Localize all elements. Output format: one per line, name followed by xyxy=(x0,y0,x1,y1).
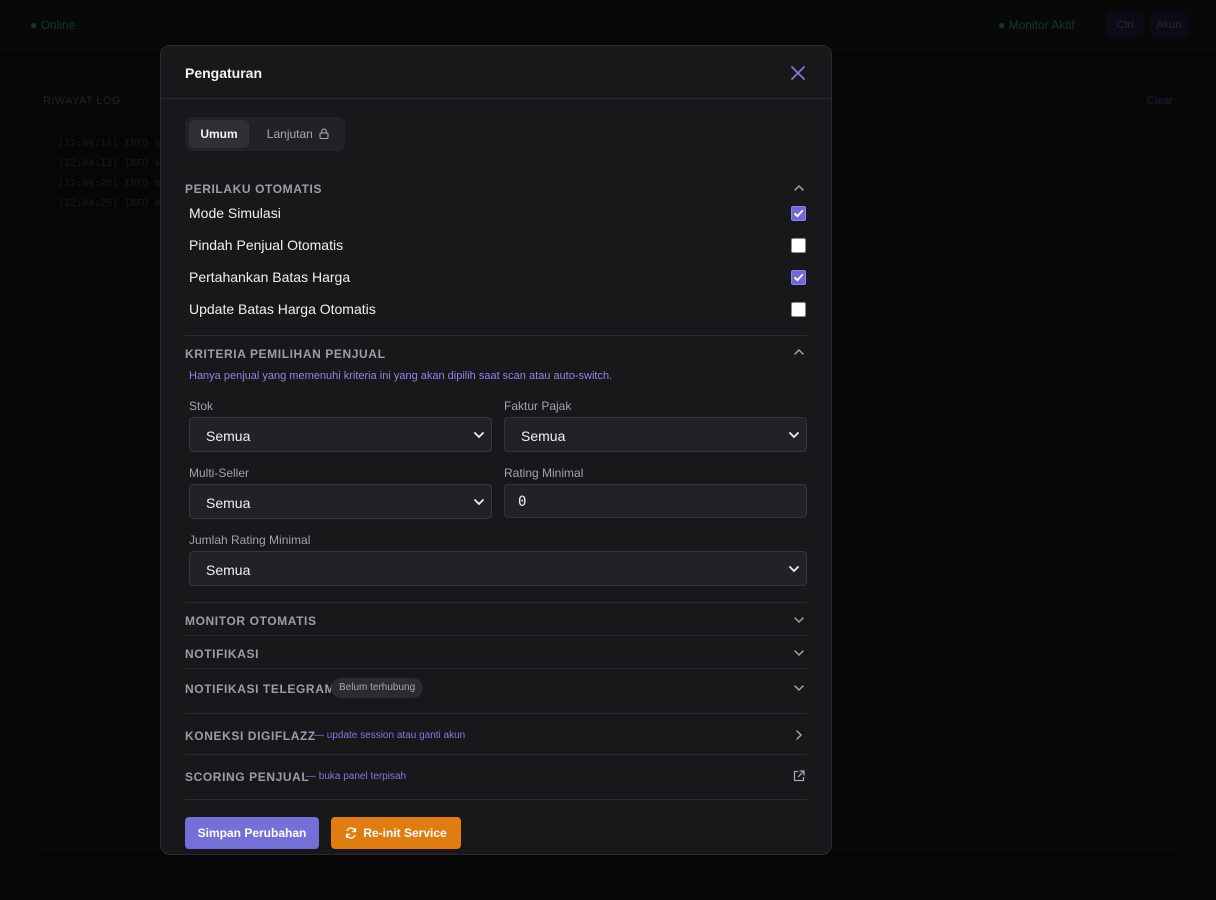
save-button-label: Simpan Perubahan xyxy=(197,826,307,840)
mode-simulasi-checkbox[interactable] xyxy=(791,206,806,221)
scoring-subtitle: — buka panel terpisah xyxy=(306,771,407,782)
section-title: SCORING PENJUAL xyxy=(185,770,310,784)
select-value: Semua xyxy=(206,495,251,511)
chevron-down-icon xyxy=(789,566,799,573)
check-icon xyxy=(794,209,804,218)
divider xyxy=(185,335,807,336)
chevron-down-icon[interactable] xyxy=(792,646,806,660)
input-value: 0 xyxy=(518,494,527,510)
toggle-label: Update Batas Harga Otomatis xyxy=(189,301,376,317)
toggle-label: Pindah Penjual Otomatis xyxy=(189,237,344,253)
section-title: PERILAKU OTOMATIS xyxy=(185,182,323,196)
toggle-pindah-penjual[interactable]: Pindah Penjual Otomatis xyxy=(189,234,807,258)
lock-icon xyxy=(319,128,329,140)
log-panel-title: RIWAYAT LOG xyxy=(43,95,121,107)
divider xyxy=(185,713,807,714)
section-title: KRITERIA PEMILIHAN PENJUAL xyxy=(185,347,386,361)
pindah-penjual-checkbox[interactable] xyxy=(791,238,806,253)
multi-seller-select[interactable]: Semua xyxy=(189,484,492,519)
connection-status: ● Online xyxy=(30,18,76,32)
toggle-mode-simulasi[interactable]: Mode Simulasi xyxy=(189,202,807,226)
chevron-down-icon xyxy=(474,499,484,506)
tab-lanjutan[interactable]: Lanjutan xyxy=(255,120,341,148)
select-value: Semua xyxy=(521,428,566,444)
tab-label: Umum xyxy=(200,127,238,141)
divider xyxy=(185,602,807,603)
digiflazz-subtitle: — update session atau ganti akun xyxy=(314,730,466,741)
settings-tabs: Umum Lanjutan xyxy=(185,117,345,151)
select-value: Semua xyxy=(206,428,251,444)
chevron-up-icon[interactable] xyxy=(792,181,806,195)
close-icon xyxy=(791,66,805,80)
rating-minimal-input[interactable]: 0 xyxy=(504,484,807,518)
pertahankan-batas-checkbox[interactable] xyxy=(791,270,806,285)
faktur-pajak-select[interactable]: Semua xyxy=(504,417,807,452)
divider xyxy=(185,668,807,669)
jumlah-rating-label: Jumlah Rating Minimal xyxy=(189,533,311,547)
close-button[interactable] xyxy=(788,63,808,83)
external-link-icon[interactable] xyxy=(792,769,806,783)
background-pill-account: Akun xyxy=(1150,12,1188,38)
section-title: NOTIFIKASI xyxy=(185,647,259,661)
chevron-up-icon[interactable] xyxy=(792,345,806,359)
criteria-hint: Hanya penjual yang memenuhi kriteria ini… xyxy=(189,370,613,382)
refresh-icon xyxy=(346,827,357,839)
toggle-label: Pertahankan Batas Harga xyxy=(189,269,351,285)
toggle-update-batas[interactable]: Update Batas Harga Otomatis xyxy=(189,298,807,322)
divider xyxy=(185,799,807,800)
modal-header: Pengaturan xyxy=(161,46,831,99)
divider xyxy=(185,635,807,636)
rating-minimal-label: Rating Minimal xyxy=(504,466,584,480)
chevron-down-icon xyxy=(789,432,799,439)
log-clear-link: Clear xyxy=(1146,95,1173,107)
modal-title: Pengaturan xyxy=(185,65,263,81)
settings-modal: Pengaturan Umum Lanjutan PERILAKU OTOMAT… xyxy=(160,45,832,855)
background-pill-ctrl: Ctrl xyxy=(1106,12,1144,38)
select-value: Semua xyxy=(206,562,251,578)
chevron-down-icon[interactable] xyxy=(792,613,806,627)
telegram-status-badge: Belum terhubung xyxy=(331,678,424,698)
save-button[interactable]: Simpan Perubahan xyxy=(185,817,319,849)
monitor-status: ● Monitor Aktif xyxy=(998,18,1075,32)
update-batas-checkbox[interactable] xyxy=(791,302,806,317)
jumlah-rating-select[interactable]: Semua xyxy=(189,551,807,586)
reinit-service-button[interactable]: Re-init Service xyxy=(331,817,461,849)
divider xyxy=(185,754,807,755)
section-title: KONEKSI DIGIFLAZZ xyxy=(185,729,316,743)
check-icon xyxy=(794,273,804,282)
toggle-label: Mode Simulasi xyxy=(189,205,281,221)
section-title: MONITOR OTOMATIS xyxy=(185,614,317,628)
toggle-pertahankan-batas[interactable]: Pertahankan Batas Harga xyxy=(189,266,807,290)
stok-label: Stok xyxy=(189,399,214,413)
stok-select[interactable]: Semua xyxy=(189,417,492,452)
reinit-button-label: Re-init Service xyxy=(363,826,447,840)
faktur-pajak-label: Faktur Pajak xyxy=(504,399,572,413)
tab-umum[interactable]: Umum xyxy=(189,120,249,148)
multi-seller-label: Multi-Seller xyxy=(189,466,250,480)
tab-label: Lanjutan xyxy=(266,127,313,141)
section-title: NOTIFIKASI TELEGRAM xyxy=(185,682,336,696)
chevron-down-icon[interactable] xyxy=(792,681,806,695)
chevron-down-icon xyxy=(474,432,484,439)
chevron-right-icon[interactable] xyxy=(792,728,806,742)
